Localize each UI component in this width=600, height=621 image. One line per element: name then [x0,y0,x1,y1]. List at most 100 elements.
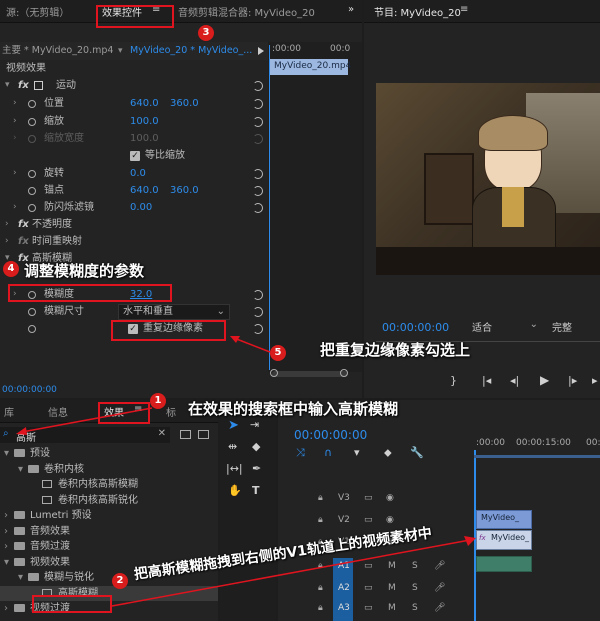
chevron-right-icon[interactable]: › [5,216,9,233]
track-v3-label[interactable]: V3 [338,493,350,503]
sync-lock-icon[interactable]: ▭ [364,515,373,525]
stopwatch-icon[interactable] [28,118,36,126]
ec-playhead[interactable] [269,45,270,370]
step-back-icon[interactable]: ◂| [510,374,519,387]
add-marker-icon[interactable]: ▾ [354,446,360,459]
pen-tool-icon[interactable]: ✒ [252,462,261,475]
timeline-timecode[interactable]: 00:00:00:00 [294,428,367,442]
hand-tool-icon[interactable]: ✋ [228,484,242,497]
position-y-value[interactable]: 360.0 [170,95,199,112]
fx-icon[interactable]: fx [18,216,29,233]
chevron-right-icon[interactable]: › [4,539,8,554]
chevron-right-icon[interactable]: › [13,113,17,130]
reset-icon[interactable] [253,99,263,109]
anchor-y-value[interactable]: 360.0 [170,182,199,199]
effects-tree-item[interactable]: › Lumetri 预设 [0,508,218,523]
ec-horizontal-scrollbar[interactable] [272,371,348,377]
step-forward-icon[interactable]: |▸ [568,374,577,387]
program-menu-icon[interactable]: ≡ [460,4,468,15]
panel-overflow-icon[interactable]: » [348,4,354,15]
effects-tree-item[interactable]: ▾ 卷积内核 [0,462,218,477]
stopwatch-icon[interactable] [28,204,36,212]
master-clip-label[interactable]: 主要 * MyVideo_20.mp4 [2,42,113,60]
sync-lock-icon[interactable]: ▭ [364,493,373,503]
tab-audio-clip-mixer[interactable]: 音频剪辑混合器: MyVideo_20 [178,4,315,19]
reset-icon[interactable] [253,117,263,127]
rotation-value[interactable]: 0.0 [130,165,146,182]
scroll-handle-left[interactable] [270,369,278,377]
tab-source[interactable]: 源:（无剪辑） [6,4,69,19]
snap-icon[interactable]: ⤨ [296,446,305,460]
reset-icon[interactable] [253,81,263,91]
anchor-x-value[interactable]: 640.0 [130,182,159,199]
tab-libraries[interactable]: 库 [4,404,14,419]
chevron-right-icon[interactable]: › [13,199,17,216]
type-tool-icon[interactable]: T [252,484,260,497]
stopwatch-icon[interactable] [28,170,36,178]
tab-markers[interactable]: 标 [166,404,176,419]
selection-tool-icon[interactable]: ➤ [228,418,239,433]
clear-search-icon[interactable]: ✕ [158,428,166,439]
blur-dimensions-select[interactable]: 水平和垂直 ⌄ [118,304,230,320]
reset-icon[interactable] [253,186,263,196]
linked-selection-icon[interactable]: ∩ [324,446,332,459]
play-icon[interactable]: ▶ [540,373,549,387]
chevron-right-icon[interactable]: › [4,508,8,523]
play-only-icon[interactable] [258,47,264,55]
lock-icon[interactable]: 🔒︎ [318,493,323,503]
stopwatch-icon[interactable] [28,308,36,316]
program-title[interactable]: 节目: MyVideo_20 [374,4,461,19]
fit-select[interactable]: 适合 ⌄ [468,319,542,334]
sequence-clip-label[interactable]: MyVideo_20 * MyVideo_... [130,42,252,60]
flicker-value[interactable]: 0.00 [130,199,152,216]
a1-clip[interactable] [476,556,532,572]
track-select-tool-icon[interactable]: ⇥ [250,418,259,431]
time-remap-row[interactable]: › fx 时间重映射 [0,233,268,250]
program-timecode[interactable]: 00:00:00:00 [382,321,449,334]
eye-icon[interactable]: ◉ [386,493,394,503]
chevron-down-icon[interactable]: ▾ [118,42,123,60]
chevron-down-icon[interactable]: ▾ [5,77,10,94]
effects-tree-item[interactable]: 卷积内核高斯锐化 [0,493,218,508]
stopwatch-icon[interactable] [28,187,36,195]
reset-icon[interactable] [253,290,263,300]
mark-out-icon[interactable]: } [450,374,457,387]
scale-value[interactable]: 100.0 [130,113,159,130]
chevron-down-icon[interactable]: ▾ [4,555,9,570]
reset-icon[interactable] [253,203,263,213]
go-to-out-icon[interactable]: ▸ [592,374,598,387]
chevron-right-icon[interactable]: › [13,95,17,112]
chevron-down-icon[interactable]: ▾ [18,462,23,477]
chevron-right-icon[interactable]: › [13,165,17,182]
v1-clip[interactable]: fx MyVideo_ [476,530,532,550]
razor-tool-icon[interactable]: ◆ [252,440,260,453]
fx-icon[interactable]: fx [18,77,29,94]
effects-tree-item[interactable]: ▾ 预设 [0,446,218,461]
lock-icon[interactable]: 🔒︎ [318,515,323,525]
v2-clip[interactable]: MyVideo_ [476,510,532,529]
chevron-right-icon[interactable]: › [4,524,8,539]
slip-tool-icon[interactable]: |↔| [226,462,243,475]
opacity-row[interactable]: › fx 不透明度 [0,216,268,233]
chevron-right-icon[interactable]: › [4,601,8,616]
quality-select[interactable]: 完整 [550,319,600,334]
scroll-handle-right[interactable] [340,369,348,377]
uniform-scale-checkbox[interactable]: ✓ [130,151,140,161]
ripple-edit-tool-icon[interactable]: ⇹ [228,440,237,453]
timeline-settings-icon[interactable]: 🔧 [410,446,424,459]
effects-tree-item[interactable]: 卷积内核高斯模糊 [0,477,218,492]
chevron-down-icon[interactable]: ▾ [4,446,9,461]
stopwatch-icon[interactable] [28,100,36,108]
stopwatch-icon[interactable] [28,325,36,333]
motion-row[interactable]: ▾ fx 运动 [0,77,268,94]
transform-icon[interactable] [34,81,43,90]
eye-icon[interactable]: ◉ [386,515,394,525]
reset-icon[interactable] [253,169,263,179]
accelerated-effects-icon[interactable] [180,430,191,439]
timeline-work-area-bar[interactable] [474,455,600,458]
chevron-right-icon[interactable]: › [5,233,9,250]
32bit-effects-icon[interactable] [198,430,209,439]
reset-icon[interactable] [253,307,263,317]
go-to-in-icon[interactable]: |◂ [482,374,491,387]
track-v2-label[interactable]: V2 [338,515,350,525]
